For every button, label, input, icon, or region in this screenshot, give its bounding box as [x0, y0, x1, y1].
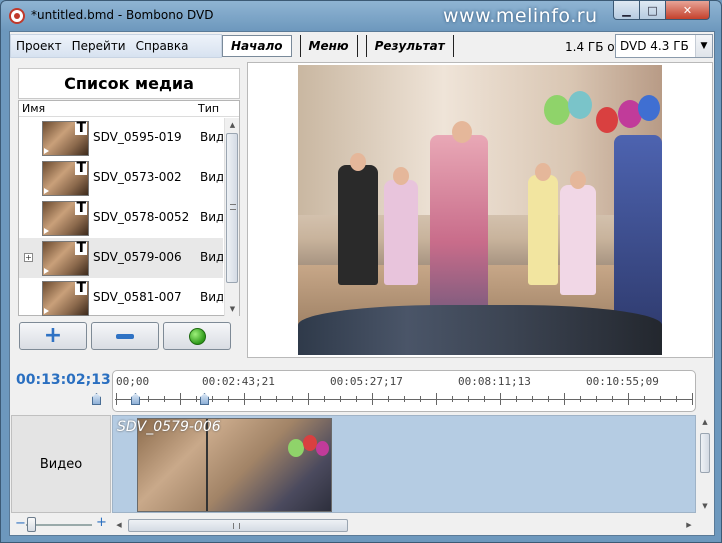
media-rows: T SDV_0595-019 Вид T SDV_0573-002 Вид T SDV_057…	[19, 118, 223, 316]
media-list-header: Имя Тип	[19, 101, 239, 117]
media-item-name: SDV_0573-002	[93, 170, 182, 184]
media-list-item[interactable]: T SDV_0581-007 Вид	[19, 278, 223, 316]
top-toolbar: Проект Перейти Справка Начало Меню Резул…	[10, 32, 714, 61]
maximize-icon: □	[647, 3, 658, 17]
play-icon	[44, 228, 49, 234]
media-panel: Список медиа Имя Тип T SDV_0595-019 Вид T SD…	[11, 62, 243, 352]
zoom-in-icon[interactable]: +	[96, 515, 107, 530]
media-item-type: Вид	[200, 170, 223, 184]
timeline-hscrollbar[interactable]: ◀ ▶	[112, 518, 696, 533]
media-list-item[interactable]: T SDV_0595-019 Вид	[19, 118, 223, 158]
add-media-button[interactable]: +	[19, 322, 87, 350]
track-scrollbar[interactable]: ▲ ▼	[698, 415, 712, 513]
scroll-thumb[interactable]	[226, 133, 238, 283]
plus-icon: +	[43, 323, 63, 348]
media-item-name: SDV_0595-019	[93, 130, 182, 144]
media-list-item[interactable]: T SDV_0573-002 Вид	[19, 158, 223, 198]
scroll-up-icon[interactable]: ▲	[698, 415, 712, 429]
playhead-marker[interactable]	[92, 393, 101, 405]
disk-type-value: DVD 4.3 ГБ	[620, 39, 689, 53]
timeline-ruler[interactable]: 00;00 00:02:43;21 00:05:27;17 00:08:11;1…	[112, 370, 696, 412]
bombono-app-icon	[9, 8, 25, 24]
go-button[interactable]	[163, 322, 231, 350]
scroll-down-icon[interactable]: ▼	[698, 499, 712, 513]
watermark: www.melinfo.ru	[443, 5, 598, 27]
dropdown-arrow-icon[interactable]: ▼	[695, 35, 712, 57]
title-badge-icon: T	[75, 240, 87, 256]
tab-start[interactable]: Начало	[222, 35, 292, 57]
expand-icon[interactable]: +	[24, 253, 33, 262]
scroll-thumb[interactable]	[128, 519, 348, 532]
scroll-thumb[interactable]	[700, 433, 710, 473]
media-list-item[interactable]: T SDV_0578-0052 Вид	[19, 198, 223, 238]
minus-icon	[116, 333, 134, 339]
media-list-title: Список медиа	[18, 68, 240, 99]
client-area: Проект Перейти Справка Начало Меню Резул…	[9, 31, 715, 536]
ruler-label: 00:02:43;21	[202, 375, 275, 388]
media-thumbnail: T	[42, 281, 89, 316]
column-type-header[interactable]: Тип	[198, 102, 219, 115]
tab-menu[interactable]: Меню	[299, 35, 358, 57]
ruler-label: 00:05:27;17	[330, 375, 403, 388]
play-icon	[44, 188, 49, 194]
current-timecode: 00:13:02;13	[16, 372, 111, 388]
media-thumbnail: T	[42, 201, 89, 236]
remove-media-button[interactable]	[91, 322, 159, 350]
close-icon: ✕	[682, 3, 693, 17]
title-badge-icon: T	[75, 160, 87, 176]
disk-usage-text: 1.4 ГБ of	[565, 40, 619, 54]
tab-result[interactable]: Результат	[365, 35, 454, 57]
media-list-scrollbar[interactable]: ▲ ▼	[224, 118, 239, 316]
window-title: *untitled.bmd - Bombono DVD	[31, 8, 214, 22]
maximize-button[interactable]: □	[639, 1, 666, 20]
app-window: *untitled.bmd - Bombono DVD www.melinfo.…	[0, 0, 722, 543]
play-icon	[44, 268, 49, 274]
timeline-bottom-bar: − + ◀ ▶	[10, 514, 714, 535]
close-button[interactable]: ✕	[665, 1, 710, 20]
scroll-down-icon[interactable]: ▼	[225, 302, 240, 316]
video-track[interactable]: SDV_0579-006	[112, 415, 696, 513]
menu-bar: Проект Перейти Справка	[10, 34, 222, 58]
media-item-type: Вид	[200, 290, 223, 304]
play-icon	[44, 148, 49, 154]
menu-project[interactable]: Проект	[11, 39, 67, 53]
menu-help[interactable]: Справка	[131, 39, 194, 53]
menu-go[interactable]: Перейти	[67, 39, 131, 53]
title-bar[interactable]: *untitled.bmd - Bombono DVD www.melinfo.…	[1, 1, 721, 31]
clip-title: SDV_0579-006	[117, 419, 221, 435]
scroll-right-icon[interactable]: ▶	[682, 518, 696, 533]
green-circle-icon	[188, 327, 206, 345]
scroll-left-icon[interactable]: ◀	[112, 518, 126, 533]
title-badge-icon: T	[75, 280, 87, 296]
preview-panel	[247, 62, 713, 358]
ruler-label: 00;00	[116, 375, 150, 388]
zoom-out-icon[interactable]: −	[15, 516, 26, 531]
play-icon	[44, 308, 49, 314]
disk-type-select[interactable]: DVD 4.3 ГБ ▼	[615, 34, 713, 58]
title-badge-icon: T	[75, 200, 87, 216]
media-thumbnail: T	[42, 241, 89, 276]
media-item-name: SDV_0581-007	[93, 290, 182, 304]
media-list: Имя Тип T SDV_0595-019 Вид T SDV_0573-002 Вид…	[18, 100, 240, 316]
minimize-button[interactable]: ▁	[613, 1, 640, 20]
ruler-label: 00:08:11;13	[458, 375, 531, 388]
media-item-type: Вид	[200, 130, 223, 144]
video-track-label: Видео	[11, 415, 111, 513]
media-item-name: SDV_0578-0052	[93, 210, 190, 224]
title-badge-icon: T	[75, 120, 87, 136]
media-list-item[interactable]: + T SDV_0579-006 Вид	[19, 238, 223, 278]
video-preview[interactable]	[298, 65, 662, 355]
media-item-type: Вид	[200, 210, 223, 224]
media-item-name: SDV_0579-006	[93, 250, 182, 264]
media-item-type: Вид	[200, 250, 223, 264]
minimize-icon: ▁	[622, 3, 631, 17]
zoom-slider-thumb[interactable]	[27, 517, 36, 532]
main-tabs: Начало Меню Результат	[222, 35, 462, 57]
scroll-up-icon[interactable]: ▲	[225, 118, 240, 132]
media-thumbnail: T	[42, 121, 89, 156]
column-name-header[interactable]: Имя	[22, 102, 45, 115]
media-thumbnail: T	[42, 161, 89, 196]
ruler-label: 00:10:55;09	[586, 375, 659, 388]
